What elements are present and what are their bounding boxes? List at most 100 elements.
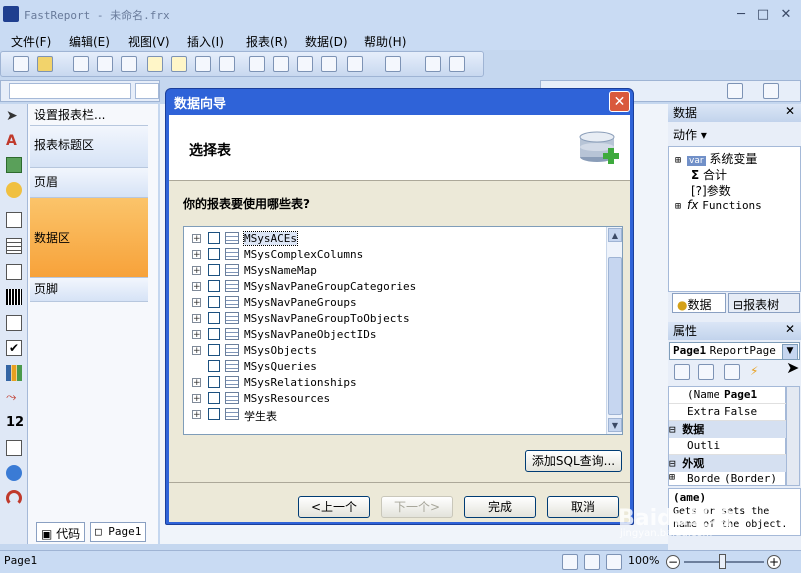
expand-icon[interactable]: + xyxy=(192,330,201,340)
expand-icon[interactable]: + xyxy=(192,314,201,324)
expand-icon[interactable]: ⊞ xyxy=(669,472,675,483)
expand-icon[interactable]: ⊞ xyxy=(675,201,687,212)
zoom-out-button[interactable]: − xyxy=(666,555,680,569)
prop-row-extra[interactable]: Extra False xyxy=(669,404,786,421)
table-row[interactable]: + MSysNavPaneGroups xyxy=(188,295,598,311)
band-page-footer[interactable]: 页脚 xyxy=(30,278,148,302)
tab-page1[interactable]: □ Page1 xyxy=(90,522,147,542)
table-checkbox[interactable] xyxy=(208,392,220,404)
props-close-icon[interactable]: ✕ xyxy=(785,322,795,336)
table-checkbox[interactable] xyxy=(208,312,220,324)
expand-icon[interactable]: + xyxy=(192,234,201,244)
table-row[interactable]: + MSysNavPaneObjectIDs xyxy=(188,327,598,343)
tree-parameters[interactable]: [?]参数 xyxy=(691,182,731,199)
sparkline-icon[interactable]: ⤳ xyxy=(6,390,22,406)
menu-report[interactable]: 报表(R) xyxy=(246,33,288,50)
menu-help[interactable]: 帮助(H) xyxy=(364,33,406,50)
scroll-thumb[interactable] xyxy=(608,257,622,415)
style-combo[interactable] xyxy=(9,83,131,99)
expand-icon[interactable]: ⊞ xyxy=(675,155,687,166)
list-scrollbar[interactable]: ▲ ▼ xyxy=(606,227,622,434)
zoom-slider-thumb[interactable] xyxy=(719,554,726,569)
table-icon[interactable] xyxy=(6,238,22,254)
font-combo[interactable] xyxy=(135,83,159,99)
table-row[interactable]: + MSysComplexColumns xyxy=(188,247,598,263)
tab-report-tree[interactable]: ⊟报表树 xyxy=(728,293,800,313)
tree-totals[interactable]: Σ 合计 xyxy=(691,166,727,183)
pointer-icon[interactable]: ➤ xyxy=(6,108,22,124)
table-row[interactable]: + 学生表 xyxy=(188,407,598,423)
new-dialog-icon[interactable] xyxy=(171,56,187,72)
table-row[interactable]: + MSysACEs xyxy=(188,231,598,247)
object-selector[interactable]: Page1 ReportPage ▼ xyxy=(669,342,800,360)
finish-button[interactable]: 完成 xyxy=(464,496,536,518)
expand-icon[interactable]: + xyxy=(192,394,201,404)
gauge-icon[interactable] xyxy=(6,490,22,506)
table-row[interactable]: + MSysNavPaneGroupToObjects xyxy=(188,311,598,327)
view-icon-1[interactable] xyxy=(562,554,578,570)
collapse-icon[interactable]: ⊟ xyxy=(669,457,682,470)
categorized-icon[interactable] xyxy=(674,364,690,380)
redo-icon[interactable] xyxy=(385,56,401,72)
zip-code-icon[interactable] xyxy=(6,440,22,456)
collapse-icon[interactable]: ⊟ xyxy=(669,423,682,436)
matrix-icon[interactable] xyxy=(6,264,22,280)
paste-icon[interactable] xyxy=(297,56,313,72)
tree-functions[interactable]: ⊞ fx Functions xyxy=(675,198,762,212)
sort-az-icon[interactable] xyxy=(698,364,714,380)
cellular-text-icon[interactable]: 12 xyxy=(6,415,24,431)
table-checkbox[interactable] xyxy=(208,408,220,420)
expand-icon[interactable]: + xyxy=(192,346,201,356)
ungroup-icon[interactable] xyxy=(449,56,465,72)
table-row[interactable]: + MSysObjects xyxy=(188,343,598,359)
shape-icon[interactable] xyxy=(6,182,22,198)
expand-icon[interactable]: + xyxy=(192,298,201,308)
expand-icon[interactable]: + xyxy=(192,410,201,420)
view-icon-2[interactable] xyxy=(584,554,600,570)
table-checkbox[interactable] xyxy=(208,264,220,276)
panel-close-icon[interactable]: ✕ xyxy=(785,104,795,118)
minimize-button[interactable]: ─ xyxy=(734,8,748,22)
fill-color-icon[interactable] xyxy=(727,83,743,99)
preview-icon[interactable] xyxy=(121,56,137,72)
tab-code[interactable]: ▣ 代码 xyxy=(36,522,86,542)
prop-row-border[interactable]: ⊞ Border(Border) xyxy=(669,472,786,487)
new-icon[interactable] xyxy=(13,56,29,72)
menu-data[interactable]: 数据(D) xyxy=(305,33,348,50)
table-row[interactable]: + MSysNameMap xyxy=(188,263,598,279)
menu-view[interactable]: 视图(V) xyxy=(128,33,170,50)
cut-icon[interactable] xyxy=(249,56,265,72)
band-page-header[interactable]: 页眉 xyxy=(30,168,148,198)
band-data[interactable]: 数据区 xyxy=(30,198,148,278)
scroll-down-button[interactable]: ▼ xyxy=(608,418,622,432)
events-icon[interactable]: ⚡ xyxy=(750,364,766,380)
add-sql-button[interactable]: 添加SQL查询... xyxy=(525,450,622,472)
maximize-button[interactable]: □ xyxy=(756,8,770,22)
properties-icon[interactable] xyxy=(724,364,740,380)
menu-edit[interactable]: 编辑(E) xyxy=(69,33,110,50)
checkbox-icon[interactable]: ✔ xyxy=(6,340,22,356)
table-checkbox[interactable] xyxy=(208,376,220,388)
prop-row-outline[interactable]: Outlii xyxy=(669,438,786,455)
next-button[interactable]: 下一个> xyxy=(381,496,453,518)
table-checkbox[interactable] xyxy=(208,360,220,372)
table-checkbox[interactable] xyxy=(208,232,220,244)
band-report-title[interactable]: 报表标题区 xyxy=(30,126,148,168)
barcode-icon[interactable] xyxy=(6,289,22,305)
setup-bands[interactable]: 设置报表栏... xyxy=(30,104,148,126)
line-style-icon[interactable] xyxy=(763,83,779,99)
table-checkbox[interactable] xyxy=(208,280,220,292)
property-scrollbar[interactable] xyxy=(786,386,800,486)
tree-system-variables[interactable]: ⊞ var 系统变量 xyxy=(675,150,757,167)
table-row[interactable]: + MSysNavPaneGroupCategories xyxy=(188,279,598,295)
map-icon[interactable] xyxy=(6,465,22,481)
new-page-icon[interactable] xyxy=(147,56,163,72)
prop-category-look[interactable]: ⊟ 外观 xyxy=(669,455,786,472)
zoom-in-button[interactable]: + xyxy=(767,555,781,569)
dialog-close-button[interactable]: ✕ xyxy=(609,91,630,112)
rich-text-icon[interactable] xyxy=(6,315,22,331)
group-icon[interactable] xyxy=(425,56,441,72)
prop-row-name[interactable]: (Name) Page1 xyxy=(669,387,786,404)
view-icon-3[interactable] xyxy=(606,554,622,570)
prev-button[interactable]: <上一个 xyxy=(298,496,370,518)
